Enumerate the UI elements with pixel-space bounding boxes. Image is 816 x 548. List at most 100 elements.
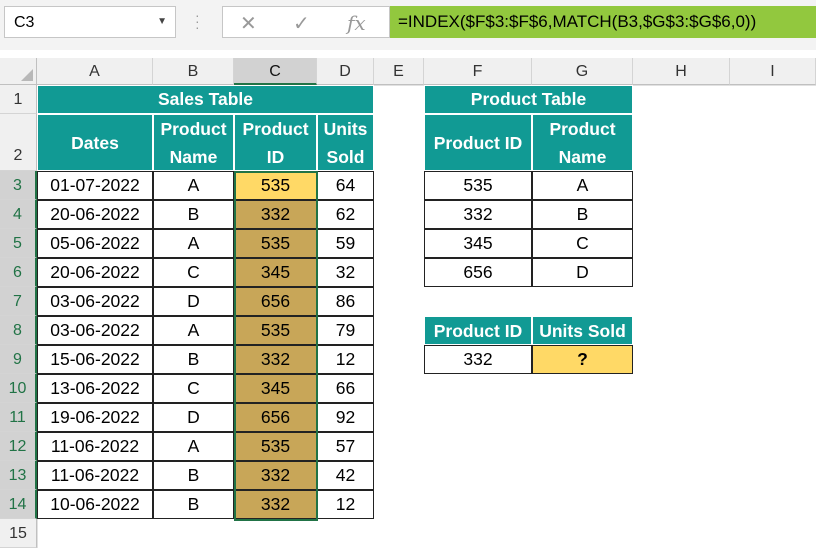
table-cell[interactable]: D [532, 258, 633, 287]
table-cell[interactable]: 19-06-2022 [37, 403, 153, 432]
table-cell[interactable]: B [153, 490, 234, 519]
column-header-i[interactable]: I [730, 58, 816, 85]
column-header-g[interactable]: G [532, 58, 633, 85]
product-id-cell[interactable]: 345 [234, 258, 317, 287]
row-header-2[interactable]: 2 [0, 114, 37, 171]
column-header-c[interactable]: C [234, 58, 317, 85]
table-cell[interactable]: 86 [317, 287, 374, 316]
table-cell[interactable]: 345 [424, 229, 532, 258]
row-header-10[interactable]: 10 [0, 374, 37, 403]
row-header-1[interactable]: 1 [0, 85, 37, 114]
table-cell[interactable]: 12 [317, 345, 374, 374]
row-header-12[interactable]: 12 [0, 432, 37, 461]
lookup-header: Units Sold [532, 316, 633, 345]
lookup-product-id-cell[interactable]: 332 [424, 345, 532, 374]
table-cell[interactable]: B [532, 200, 633, 229]
table-cell[interactable]: 535 [424, 171, 532, 200]
table-cell[interactable]: 79 [317, 316, 374, 345]
column-header-e[interactable]: E [374, 58, 424, 85]
product-id-cell[interactable]: 332 [234, 461, 317, 490]
sales-table-title: Sales Table [37, 85, 374, 114]
chevron-down-icon[interactable]: ▼ [157, 16, 167, 27]
table-cell[interactable]: 59 [317, 229, 374, 258]
table-cell[interactable]: A [153, 316, 234, 345]
column-header-d[interactable]: D [317, 58, 374, 85]
table-cell[interactable]: C [153, 374, 234, 403]
sales-header: Dates [37, 114, 153, 171]
table-cell[interactable]: 10-06-2022 [37, 490, 153, 519]
more-options-icon[interactable]: · · · [195, 8, 200, 34]
product-id-cell[interactable]: 535 [234, 229, 317, 258]
product-header: Product Name [532, 114, 633, 171]
table-cell[interactable]: 11-06-2022 [37, 432, 153, 461]
table-cell[interactable]: B [153, 345, 234, 374]
table-cell[interactable]: D [153, 403, 234, 432]
table-cell[interactable]: 64 [317, 171, 374, 200]
table-cell[interactable]: D [153, 287, 234, 316]
product-header: Product ID [424, 114, 532, 171]
enter-icon[interactable]: ✓ [293, 11, 310, 36]
table-cell[interactable]: 20-06-2022 [37, 258, 153, 287]
column-header-f[interactable]: F [424, 58, 532, 85]
table-cell[interactable]: 15-06-2022 [37, 345, 153, 374]
column-header-b[interactable]: B [153, 58, 234, 85]
row-header-15[interactable]: 15 [0, 519, 37, 548]
formula-input[interactable]: =INDEX($F$3:$F$6,MATCH(B3,$G$3:$G$6,0)) [390, 6, 816, 38]
table-cell[interactable]: B [153, 461, 234, 490]
row-header-4[interactable]: 4 [0, 200, 37, 229]
table-cell[interactable]: 01-07-2022 [37, 171, 153, 200]
sales-header: Product Name [153, 114, 234, 171]
name-box[interactable]: C3 ▼ [4, 6, 176, 38]
table-cell[interactable]: 03-06-2022 [37, 287, 153, 316]
table-cell[interactable]: 13-06-2022 [37, 374, 153, 403]
table-cell[interactable]: C [153, 258, 234, 287]
select-all-button[interactable] [0, 58, 37, 85]
table-cell[interactable]: A [153, 171, 234, 200]
formula-bar-area: C3 ▼ · · · ✕ ✓ fx =INDEX($F$3:$F$6,MATCH(B… [0, 0, 816, 50]
table-cell[interactable]: A [153, 432, 234, 461]
product-id-cell[interactable]: 332 [234, 490, 317, 519]
table-cell[interactable]: 332 [424, 200, 532, 229]
product-id-cell[interactable]: 535 [234, 316, 317, 345]
table-cell[interactable]: 92 [317, 403, 374, 432]
product-table-title: Product Table [424, 85, 633, 114]
row-header-3[interactable]: 3 [0, 171, 37, 200]
formula-buttons: ✕ ✓ fx [222, 6, 390, 38]
product-id-cell[interactable]: 535 [234, 432, 317, 461]
cancel-icon[interactable]: ✕ [240, 11, 257, 36]
name-box-value: C3 [14, 14, 35, 31]
table-cell[interactable]: 66 [317, 374, 374, 403]
row-header-8[interactable]: 8 [0, 316, 37, 345]
table-cell[interactable]: 11-06-2022 [37, 461, 153, 490]
table-cell[interactable]: 57 [317, 432, 374, 461]
column-header-h[interactable]: H [633, 58, 730, 85]
table-cell[interactable]: 42 [317, 461, 374, 490]
table-cell[interactable]: 32 [317, 258, 374, 287]
column-header-a[interactable]: A [37, 58, 153, 85]
table-cell[interactable]: B [153, 200, 234, 229]
product-id-cell[interactable]: 535 [234, 171, 317, 200]
table-cell[interactable]: A [153, 229, 234, 258]
row-header-9[interactable]: 9 [0, 345, 37, 374]
product-id-cell[interactable]: 332 [234, 345, 317, 374]
table-cell[interactable]: 12 [317, 490, 374, 519]
product-id-cell[interactable]: 656 [234, 403, 317, 432]
row-header-13[interactable]: 13 [0, 461, 37, 490]
table-cell[interactable]: 656 [424, 258, 532, 287]
row-header-7[interactable]: 7 [0, 287, 37, 316]
table-cell[interactable]: 20-06-2022 [37, 200, 153, 229]
table-cell[interactable]: C [532, 229, 633, 258]
table-cell[interactable]: 62 [317, 200, 374, 229]
row-header-5[interactable]: 5 [0, 229, 37, 258]
table-cell[interactable]: 05-06-2022 [37, 229, 153, 258]
product-id-cell[interactable]: 656 [234, 287, 317, 316]
row-header-6[interactable]: 6 [0, 258, 37, 287]
product-id-cell[interactable]: 332 [234, 200, 317, 229]
table-cell[interactable]: A [532, 171, 633, 200]
table-cell[interactable]: 03-06-2022 [37, 316, 153, 345]
row-header-14[interactable]: 14 [0, 490, 37, 519]
row-header-11[interactable]: 11 [0, 403, 37, 432]
product-id-cell[interactable]: 345 [234, 374, 317, 403]
insert-function-icon[interactable]: fx [347, 11, 366, 35]
units-sold-result-cell[interactable]: ? [532, 345, 633, 374]
